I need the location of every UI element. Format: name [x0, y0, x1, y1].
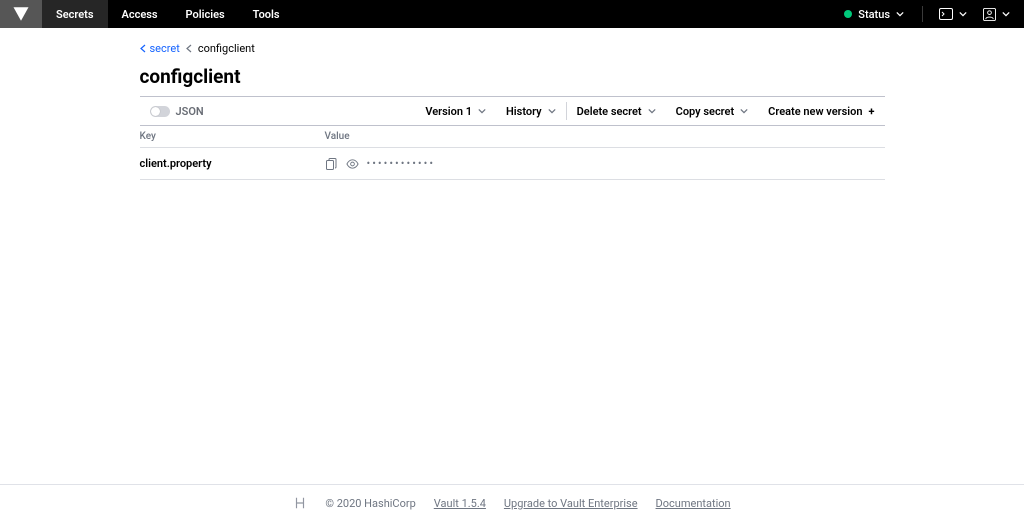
- col-header-key: Key: [140, 131, 325, 142]
- table-row: client.property ••••••••••••: [140, 148, 885, 180]
- console-menu[interactable]: [931, 0, 975, 28]
- breadcrumb-separator: [186, 44, 192, 53]
- chevron-down-icon: [548, 107, 556, 115]
- nav-secrets[interactable]: Secrets: [42, 0, 108, 28]
- top-nav: Secrets Access Policies Tools Status: [0, 0, 1024, 28]
- vault-logo[interactable]: [0, 0, 42, 28]
- masked-value: ••••••••••••: [367, 157, 436, 170]
- secret-toolbar: JSON Version 1 History Delete secret Cop…: [140, 96, 885, 126]
- breadcrumb-current: configclient: [198, 42, 255, 55]
- cell-value: ••••••••••••: [325, 157, 885, 170]
- nav-tools[interactable]: Tools: [239, 0, 294, 28]
- eye-icon: [346, 159, 359, 169]
- chevron-down-icon: [740, 107, 748, 115]
- footer-upgrade-link[interactable]: Upgrade to Vault Enterprise: [504, 497, 638, 510]
- kv-table: Key Value client.property •••••: [140, 126, 885, 180]
- toggle-track-icon: [150, 106, 170, 117]
- version-dropdown[interactable]: Version 1: [415, 97, 496, 125]
- footer-version-link[interactable]: Vault 1.5.4: [434, 497, 486, 510]
- vault-logo-icon: [12, 5, 30, 23]
- reveal-value-button[interactable]: [346, 157, 359, 170]
- chevron-down-icon: [478, 107, 486, 115]
- page-title: configclient: [140, 65, 885, 88]
- kv-table-header: Key Value: [140, 126, 885, 148]
- create-new-version-button[interactable]: Create new version +: [758, 97, 884, 125]
- cell-key: client.property: [140, 157, 325, 170]
- col-header-value: Value: [325, 131, 885, 142]
- chevron-down-icon: [959, 10, 967, 18]
- status-dot-icon: [844, 10, 852, 18]
- hashicorp-logo-icon: [293, 496, 307, 510]
- main-content: secret configclient configclient JSON Ve…: [140, 28, 885, 180]
- json-toggle[interactable]: JSON: [140, 105, 204, 118]
- copy-value-button[interactable]: [325, 157, 338, 170]
- chevron-down-icon: [896, 10, 904, 18]
- plus-icon: +: [869, 105, 875, 118]
- footer-copyright: © 2020 HashiCorp: [325, 497, 415, 510]
- chevron-down-icon: [1002, 10, 1010, 18]
- copy-secret-dropdown[interactable]: Copy secret: [666, 97, 759, 125]
- chevron-down-icon: [648, 107, 656, 115]
- delete-secret-dropdown[interactable]: Delete secret: [567, 97, 666, 125]
- footer-docs-link[interactable]: Documentation: [656, 497, 731, 510]
- json-toggle-label: JSON: [176, 105, 204, 118]
- footer: © 2020 HashiCorp Vault 1.5.4 Upgrade to …: [0, 484, 1024, 521]
- chevron-left-icon: [186, 44, 192, 53]
- history-dropdown[interactable]: History: [496, 97, 566, 125]
- user-menu[interactable]: [975, 0, 1024, 28]
- status-label: Status: [858, 8, 890, 21]
- chevron-left-icon: [140, 44, 146, 53]
- nav-access[interactable]: Access: [108, 0, 172, 28]
- terminal-icon: [939, 8, 953, 20]
- breadcrumb-secret-link[interactable]: secret: [140, 42, 180, 55]
- nav-policies[interactable]: Policies: [172, 0, 239, 28]
- breadcrumb: secret configclient: [140, 42, 885, 55]
- copy-icon: [326, 158, 337, 170]
- user-icon: [983, 8, 996, 21]
- status-menu[interactable]: Status: [834, 0, 914, 28]
